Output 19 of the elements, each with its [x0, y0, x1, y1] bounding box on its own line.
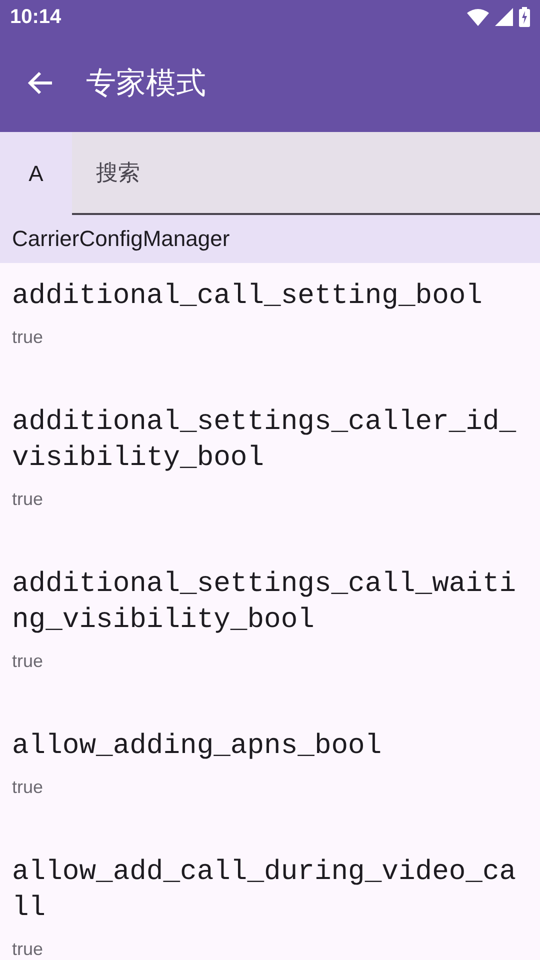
setting-value: true	[12, 938, 44, 960]
setting-name: additional_settings_call_waiting_visibility_bool	[12, 568, 518, 638]
setting-value: true	[12, 776, 44, 799]
setting-value: true	[12, 326, 44, 349]
back-arrow-icon	[28, 71, 54, 95]
setting-name: additional_call_setting_bool	[12, 280, 484, 314]
battery-icon	[519, 7, 530, 27]
setting-name: allow_add_call_during_video_call	[12, 856, 518, 926]
setting-name: additional_settings_caller_id_visibility_bool	[12, 406, 518, 476]
search-field[interactable]: 搜索	[72, 132, 540, 215]
setting-name: allow_adding_apns_bool	[12, 730, 383, 764]
index-letter: A	[28, 160, 44, 188]
clock: 10:14	[10, 6, 62, 28]
setting-value: true	[12, 650, 44, 673]
setting-value: true	[12, 488, 44, 511]
screen-title: 专家模式	[86, 66, 206, 102]
section-header: CarrierConfigManager	[12, 226, 230, 252]
signal-icon	[495, 8, 513, 26]
wifi-icon	[467, 8, 489, 26]
